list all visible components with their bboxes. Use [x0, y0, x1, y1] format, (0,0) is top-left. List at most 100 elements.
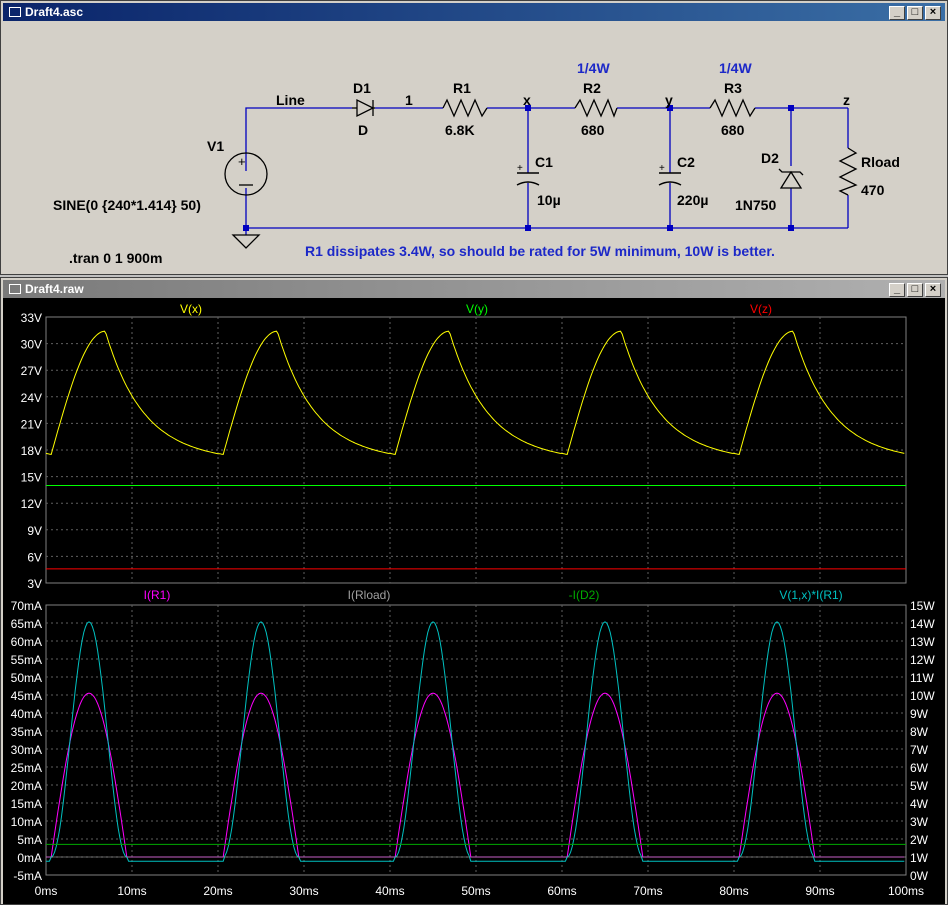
bottom-y-tick-right: 4W: [910, 797, 929, 811]
bottom-y-tick-right: 3W: [910, 815, 929, 829]
bottom-y-tick-left: 20mA: [11, 779, 42, 793]
bottom-y-tick-right: 13W: [910, 635, 935, 649]
waveform-plot[interactable]: 33V 30V 27V 24V 21V 18V 15V 12V 9V 6V 3V V(x) V(y) V(…: [3, 298, 945, 904]
x-tick-label: 90ms: [805, 884, 834, 898]
waveform-titlebar[interactable]: Draft4.raw _ □ ×: [3, 280, 945, 298]
comment-text: R1 dissipates 3.4W, so should be rated f…: [305, 243, 775, 259]
bottom-y-tick-right: 7W: [910, 743, 929, 757]
bottom-y-tick-right: 11W: [910, 671, 934, 685]
schematic-canvas[interactable]: + + + V1 SINE(0 {240*1.414} 50) Line D1 …: [5, 23, 943, 271]
bottom-y-tick-left: 70mA: [11, 599, 42, 613]
top-y-tick-label: 15V: [21, 471, 42, 485]
restore-button[interactable]: □: [907, 6, 923, 20]
x-tick-label: 10ms: [117, 884, 146, 898]
svg-text:+: +: [238, 154, 246, 169]
bottom-y-tick-left: 45mA: [11, 689, 42, 703]
schematic-titlebar[interactable]: Draft4.asc _ □ ×: [3, 3, 945, 21]
bottom-y-tick-right: 9W: [910, 707, 929, 721]
net-y-label: y: [665, 92, 673, 108]
rload-name: Rload: [861, 154, 900, 170]
bottom-legend-0: I(R1): [144, 588, 171, 602]
bottom-y-tick-left: 5mA: [17, 833, 42, 847]
minimize-button[interactable]: _: [889, 6, 905, 20]
bottom-y-tick-right: 5W: [910, 779, 929, 793]
rload-value: 470: [861, 182, 885, 198]
bottom-y-tick-right: 15W: [910, 599, 935, 613]
bottom-y-tick-left: -5mA: [13, 869, 42, 883]
r1-name: R1: [453, 80, 471, 96]
d2-value: 1N750: [735, 197, 776, 213]
r3-name: R3: [724, 80, 742, 96]
x-tick-label: 60ms: [547, 884, 576, 898]
schematic-title: Draft4.asc: [25, 5, 84, 19]
waveform-window: Draft4.raw _ □ × 33V 30V 27V 24V 21V 18V 15V 12…: [0, 277, 948, 905]
c2-name: C2: [677, 154, 695, 170]
bottom-y-tick-right: 6W: [910, 761, 929, 775]
x-tick-label: 40ms: [375, 884, 404, 898]
top-y-tick-label: 33V: [21, 311, 42, 325]
bottom-y-tick-left: 35mA: [11, 725, 42, 739]
r2-name: R2: [583, 80, 601, 96]
svg-text:+: +: [659, 163, 665, 174]
bottom-y-tick-right: 1W: [910, 851, 929, 865]
minimize-button[interactable]: _: [889, 283, 905, 297]
net-line-label: Line: [276, 92, 305, 108]
waveform-title: Draft4.raw: [25, 282, 84, 296]
top-y-tick-label: 12V: [21, 497, 42, 511]
top-y-tick-label: 6V: [27, 550, 42, 564]
x-tick-label: 80ms: [719, 884, 748, 898]
d2-name: D2: [761, 150, 779, 166]
waveform-icon: [9, 284, 21, 294]
net-1-label: 1: [405, 92, 413, 108]
bottom-y-tick-left: 60mA: [11, 635, 42, 649]
top-y-tick-label: 30V: [21, 338, 42, 352]
bottom-y-tick-left: 65mA: [11, 617, 42, 631]
v1-value: SINE(0 {240*1.414} 50): [53, 197, 201, 213]
bottom-y-tick-right: 0W: [910, 869, 929, 883]
x-tick-label: 50ms: [461, 884, 490, 898]
bottom-y-tick-left: 10mA: [11, 815, 42, 829]
top-legend-0: V(x): [180, 302, 202, 316]
bottom-legend-1: I(Rload): [348, 588, 391, 602]
bottom-y-tick-left: 55mA: [11, 653, 42, 667]
x-tick-label: 0ms: [35, 884, 58, 898]
top-legend-1: V(y): [466, 302, 488, 316]
bottom-y-tick-right: 2W: [910, 833, 929, 847]
top-y-tick-label: 24V: [21, 391, 42, 405]
top-legend-2: V(z): [750, 302, 772, 316]
close-button[interactable]: ×: [925, 283, 941, 297]
restore-button[interactable]: □: [907, 283, 923, 297]
d1-value: D: [358, 122, 368, 138]
c2-value: 220µ: [677, 192, 708, 208]
net-x-label: x: [523, 92, 531, 108]
top-y-tick-label: 18V: [21, 444, 42, 458]
c1-value: 10µ: [537, 192, 561, 208]
bottom-y-tick-left: 30mA: [11, 743, 42, 757]
bottom-y-tick-right: 14W: [910, 617, 935, 631]
tran-directive: .tran 0 1 900m: [69, 250, 162, 266]
r2-value: 680: [581, 122, 605, 138]
top-y-tick-label: 9V: [27, 524, 42, 538]
bottom-legend-3: V(1,x)*I(R1): [779, 588, 842, 602]
bottom-y-tick-right: 10W: [910, 689, 935, 703]
top-y-tick-label: 21V: [21, 417, 42, 431]
bottom-y-tick-left: 0mA: [17, 851, 42, 865]
bottom-y-tick-left: 15mA: [11, 797, 42, 811]
top-y-tick-label: 27V: [21, 364, 42, 378]
r3-value: 680: [721, 122, 745, 138]
d1-name: D1: [353, 80, 371, 96]
schematic-window: Draft4.asc _ □ × + + + V1 SINE(0 {240*1.…: [0, 0, 948, 275]
bottom-y-tick-right: 8W: [910, 725, 929, 739]
x-tick-label: 70ms: [633, 884, 662, 898]
x-tick-label: 30ms: [289, 884, 318, 898]
close-button[interactable]: ×: [925, 6, 941, 20]
bottom-y-tick-left: 40mA: [11, 707, 42, 721]
bottom-y-tick-left: 25mA: [11, 761, 42, 775]
r3-rating: 1/4W: [719, 60, 752, 76]
c1-name: C1: [535, 154, 553, 170]
bottom-y-tick-left: 50mA: [11, 671, 42, 685]
bottom-y-tick-right: 12W: [910, 653, 935, 667]
v1-name: V1: [207, 138, 224, 154]
x-tick-label: 20ms: [203, 884, 232, 898]
document-icon: [9, 7, 21, 17]
